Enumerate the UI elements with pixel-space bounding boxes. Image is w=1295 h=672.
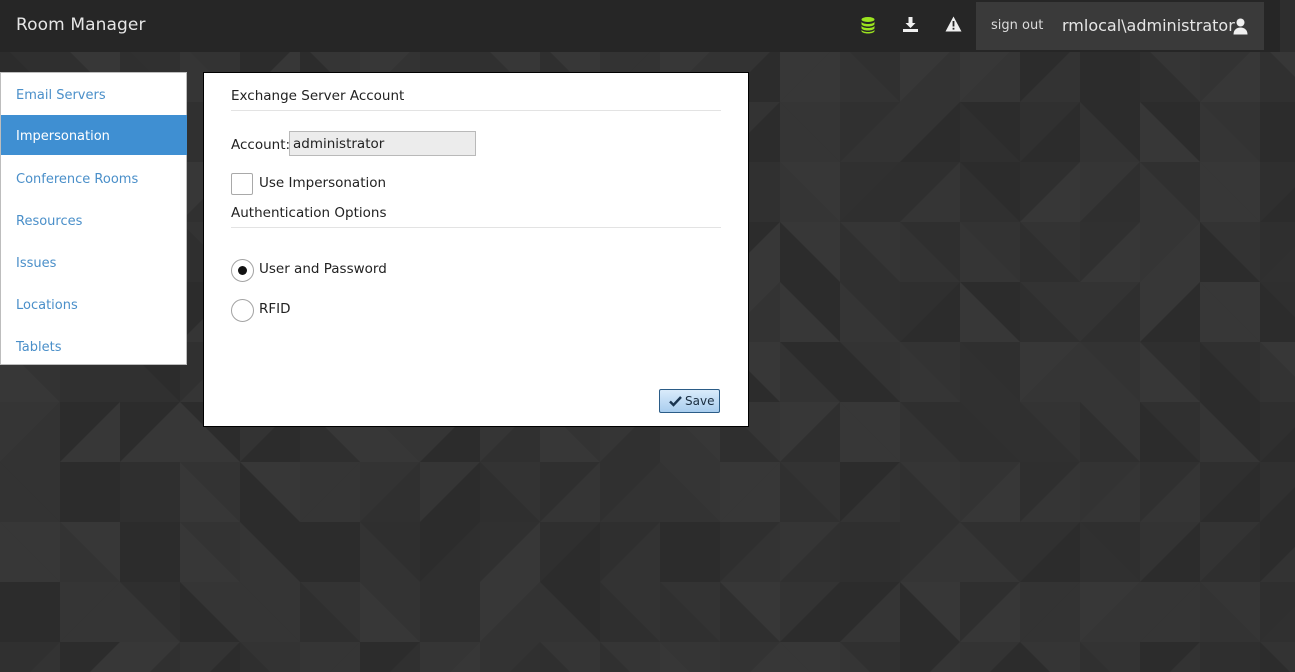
- sidebar-item-label: Locations: [16, 298, 78, 313]
- user-icon[interactable]: [1233, 18, 1249, 35]
- sidebar-item-locations[interactable]: Locations: [1, 284, 187, 324]
- download-icon[interactable]: [902, 16, 922, 36]
- sidebar-item-label: Conference Rooms: [16, 172, 139, 187]
- use-impersonation-checkbox[interactable]: [231, 173, 253, 195]
- radio-label-user-and-password: User and Password: [259, 261, 387, 277]
- warning-icon[interactable]: [945, 16, 965, 36]
- sidebar-nav: Email Servers Impersonation Conference R…: [0, 72, 187, 365]
- header-edge: [1280, 0, 1295, 52]
- sign-out-link[interactable]: sign out: [991, 18, 1043, 33]
- sidebar-item-impersonation[interactable]: Impersonation: [1, 115, 187, 155]
- save-button-label: Save: [685, 394, 715, 408]
- account-field[interactable]: [289, 131, 476, 156]
- user-area: sign out rmlocal\administrator: [976, 2, 1264, 50]
- section-title-auth-options: Authentication Options: [231, 205, 387, 221]
- sidebar-item-issues[interactable]: Issues: [1, 242, 187, 282]
- radio-rfid[interactable]: [231, 299, 254, 322]
- top-header: Room Manager sign out rmlocal\administra…: [0, 0, 1280, 52]
- username: rmlocal\administrator: [1062, 16, 1235, 35]
- divider: [231, 110, 721, 111]
- sidebar-item-label: Resources: [16, 214, 83, 229]
- radio-user-and-password[interactable]: [231, 259, 254, 282]
- app-title: Room Manager: [16, 15, 146, 35]
- checkmark-icon: [669, 396, 682, 407]
- sidebar-item-label: Impersonation: [16, 129, 110, 144]
- save-button[interactable]: Save: [659, 389, 720, 413]
- sidebar-item-tablets[interactable]: Tablets: [1, 326, 187, 366]
- radio-selected-dot: [238, 266, 247, 275]
- sidebar-item-email-servers[interactable]: Email Servers: [1, 74, 187, 114]
- section-title-exchange-account: Exchange Server Account: [231, 88, 405, 104]
- account-label: Account:: [231, 137, 291, 153]
- sidebar-item-conference-rooms[interactable]: Conference Rooms: [1, 158, 187, 198]
- database-icon[interactable]: [859, 16, 879, 36]
- sidebar-item-label: Email Servers: [16, 88, 106, 103]
- divider: [231, 227, 721, 228]
- sidebar-item-label: Issues: [16, 256, 57, 271]
- use-impersonation-label: Use Impersonation: [259, 175, 387, 191]
- sidebar-item-resources[interactable]: Resources: [1, 200, 187, 240]
- radio-label-rfid: RFID: [259, 301, 291, 317]
- sidebar-item-label: Tablets: [16, 340, 62, 355]
- impersonation-panel: Exchange Server Account Account: Use Imp…: [203, 72, 749, 427]
